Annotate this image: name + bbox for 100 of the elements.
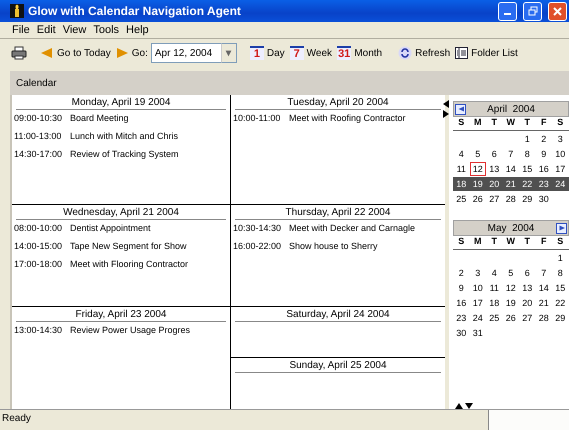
calendar-day[interactable]: 6 — [519, 266, 536, 280]
refresh-button[interactable]: Refresh — [397, 45, 452, 61]
scroll-arrows-icon[interactable] — [455, 403, 473, 409]
calendar-day[interactable]: 12 — [470, 162, 486, 176]
view-button[interactable]: 7 Week — [288, 45, 334, 61]
calendar-day[interactable]: 29 — [519, 192, 536, 206]
event-title[interactable]: Meet with Decker and Carnagle — [289, 223, 416, 233]
calendar-day[interactable]: 13 — [486, 162, 502, 176]
calendar-day[interactable]: 1 — [552, 251, 568, 265]
view-button[interactable]: 31 Month — [336, 45, 384, 61]
calendar-day[interactable]: 22 — [552, 296, 568, 310]
calendar-day[interactable]: 26 — [470, 192, 486, 206]
calendar-day[interactable]: 13 — [519, 281, 536, 295]
calendar-day[interactable]: 23 — [536, 177, 552, 191]
calendar-day[interactable]: 26 — [502, 311, 519, 325]
calendar-day[interactable]: 16 — [536, 162, 552, 176]
calendar-day[interactable]: 9 — [536, 147, 552, 161]
event-title[interactable]: Review Power Usage Progres — [70, 325, 190, 335]
go-to-today-button[interactable]: Go to Today — [56, 46, 112, 60]
restore-button[interactable] — [523, 2, 542, 20]
calendar-day[interactable]: 21 — [536, 296, 552, 310]
event-title[interactable]: Board Meeting — [70, 113, 129, 123]
calendar-day[interactable]: 17 — [470, 296, 486, 310]
close-button[interactable] — [548, 2, 567, 20]
calendar-day[interactable]: 29 — [552, 311, 568, 325]
calendar-day[interactable]: 15 — [552, 281, 568, 295]
left-arrow-icon — [40, 47, 52, 59]
calendar-day[interactable]: 17 — [552, 162, 568, 176]
scroll-arrows-icon[interactable] — [443, 100, 449, 118]
event-title[interactable]: Review of Tracking System — [70, 149, 179, 159]
calendar-day[interactable]: 11 — [486, 281, 502, 295]
calendar-day[interactable]: 21 — [502, 177, 519, 191]
calendar-day[interactable]: 7 — [502, 147, 519, 161]
month-calendar-icon: 31 — [337, 46, 352, 60]
calendar-day[interactable]: 19 — [470, 177, 486, 191]
date-field[interactable]: Apr 12, 2004 — [150, 43, 221, 63]
calendar-day[interactable]: 24 — [552, 177, 568, 191]
left-arrow-icon — [458, 106, 464, 112]
calendar-day[interactable]: 8 — [519, 147, 536, 161]
menu-item[interactable]: Tools — [91, 24, 124, 36]
view-button[interactable]: 1 Day — [248, 45, 286, 61]
calendar-day[interactable]: 20 — [519, 296, 536, 310]
calendar-day[interactable]: 22 — [519, 177, 536, 191]
calendar-day[interactable]: 18 — [453, 177, 470, 191]
calendar-day[interactable]: 10 — [552, 147, 568, 161]
calendar-day[interactable]: 28 — [502, 192, 519, 206]
calendar-day[interactable]: 12 — [502, 281, 519, 295]
calendar-day[interactable]: 2 — [453, 266, 470, 280]
menu-item[interactable]: Edit — [34, 24, 61, 36]
event-title[interactable]: Meet with Flooring Contractor — [70, 259, 188, 269]
calendar-day[interactable]: 15 — [519, 162, 536, 176]
calendar-day[interactable]: 9 — [453, 281, 470, 295]
calendar-day[interactable]: 1 — [519, 132, 536, 146]
calendar-day[interactable]: 11 — [453, 162, 470, 176]
calendar-day[interactable]: 30 — [453, 326, 470, 340]
event-title[interactable]: Lunch with Mitch and Chris — [70, 131, 178, 141]
calendar-day[interactable]: 14 — [536, 281, 552, 295]
folder-list-button[interactable]: Folder List — [454, 46, 519, 60]
event-title[interactable]: Tape New Segment for Show — [70, 241, 187, 251]
calendar-day[interactable]: 20 — [486, 177, 502, 191]
dropdown-button[interactable] — [220, 43, 237, 63]
weekday-label: M — [470, 117, 486, 131]
event-time: 09:00-10:30 — [14, 113, 64, 123]
calendar-day[interactable]: 7 — [536, 266, 552, 280]
event-time: 11:00-13:00 — [14, 131, 62, 141]
calendar-day[interactable]: 2 — [536, 132, 552, 146]
minimize-button[interactable] — [498, 2, 517, 20]
calendar-day[interactable]: 4 — [453, 147, 470, 161]
calendar-day[interactable]: 28 — [536, 311, 552, 325]
calendar-day[interactable]: 19 — [502, 296, 519, 310]
menu-item[interactable]: View — [60, 24, 92, 36]
calendar-day[interactable]: 5 — [470, 147, 486, 161]
calendar-day[interactable]: 31 — [470, 326, 486, 340]
event-title[interactable]: Dentist Appointment — [70, 223, 151, 233]
event-title[interactable]: Meet with Roofing Contractor — [289, 113, 406, 123]
calendar-day[interactable]: 25 — [453, 192, 470, 206]
calendar-day[interactable]: 5 — [502, 266, 519, 280]
calendar-day[interactable]: 6 — [486, 147, 502, 161]
print-button[interactable] — [10, 45, 28, 61]
menu-item[interactable]: File — [10, 24, 35, 36]
calendar-day[interactable]: 18 — [486, 296, 502, 310]
calendar-day[interactable]: 27 — [486, 192, 502, 206]
calendar-day[interactable]: 16 — [453, 296, 470, 310]
calendar-day[interactable]: 3 — [470, 266, 486, 280]
calendar-day[interactable]: 23 — [453, 311, 470, 325]
calendar-day[interactable]: 27 — [519, 311, 536, 325]
calendar-day[interactable]: 3 — [552, 132, 568, 146]
right-arrow-icon — [116, 47, 128, 59]
calendar-day[interactable]: 10 — [470, 281, 486, 295]
calendar-day[interactable]: 4 — [486, 266, 502, 280]
pane-title: Calendar — [10, 71, 569, 95]
menu-item[interactable]: Help — [124, 24, 154, 36]
calendar-day[interactable]: 30 — [536, 192, 552, 206]
next-month-button[interactable] — [556, 222, 567, 234]
calendar-day[interactable]: 14 — [502, 162, 519, 176]
previous-month-button[interactable] — [455, 104, 466, 114]
calendar-day[interactable]: 24 — [470, 311, 486, 325]
calendar-day[interactable]: 25 — [486, 311, 502, 325]
event-title[interactable]: Show house to Sherry — [289, 241, 378, 251]
calendar-day[interactable]: 8 — [552, 266, 568, 280]
